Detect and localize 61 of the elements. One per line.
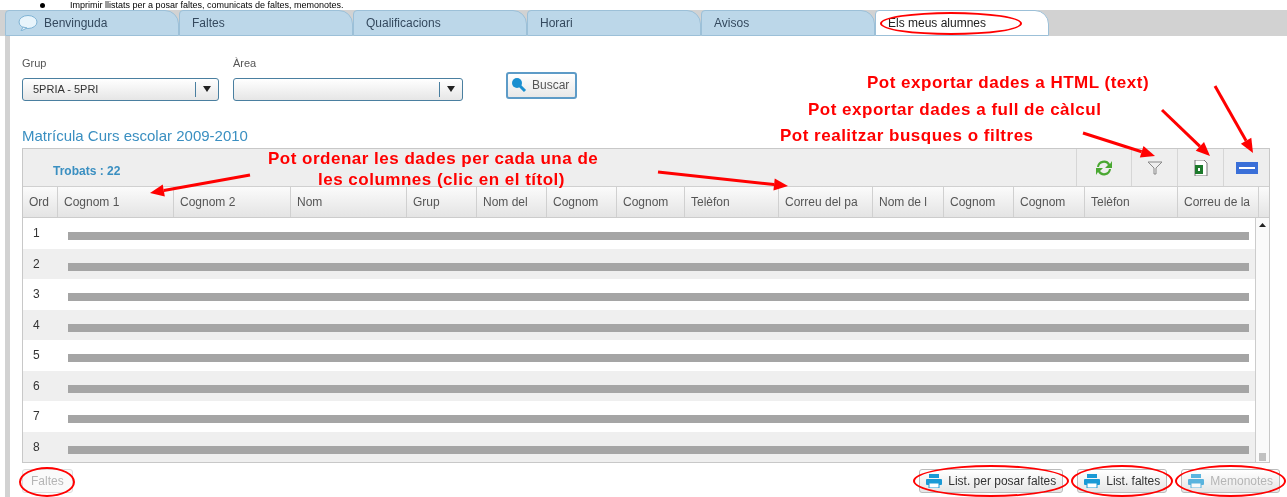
arrow [1213,85,1253,153]
annotation-text: Pot realitzar busques o filtres [780,125,1034,147]
chat-bubble-icon [18,15,38,31]
row-number: 1 [32,225,41,243]
column-header[interactable]: Cognom [617,187,685,217]
row-number: 6 [32,377,41,395]
scrollbar[interactable] [1255,218,1269,462]
html-export-icon[interactable] [1235,161,1258,174]
printer-icon [1084,474,1101,488]
tab-label: Faltes [192,15,225,32]
row-number: 7 [32,408,41,426]
printer-icon [1188,474,1205,488]
section-title: Matrícula Curs escolar 2009-2010 [22,125,248,146]
field-label: Grup [22,56,48,71]
row-number: 2 [32,255,41,273]
search-button[interactable]: Buscar [506,71,578,99]
dropdown[interactable] [233,77,463,101]
print-button[interactable]: List. faltes [1077,469,1168,493]
tab-label: Els meus alumnes [888,15,987,32]
column-header[interactable]: Cognom [547,187,617,217]
column-header[interactable]: Nom del [477,187,547,217]
column-header[interactable]: Grup [407,187,477,217]
result-count: Trobats : 22 [53,163,121,180]
column-header[interactable]: Nom de l [873,187,944,217]
spreadsheet-icon[interactable] [1193,159,1208,176]
annotation-text: Pot ordenar les dades per cada una de [268,148,599,170]
annotation-text: Pot exportar dades a HTML (text) [867,72,1150,94]
column-header[interactable]: Cognom [1014,187,1085,217]
row-number: 3 [32,286,41,304]
tab-label: Avisos [714,15,750,32]
row-number: 8 [32,438,41,456]
annotation-text: Pot exportar dades a full de càlcul [808,99,1102,121]
tab[interactable]: Horari [527,10,701,36]
search-icon [511,77,527,93]
dropdown[interactable]: 5PRIA - 5PRI [22,77,219,101]
row-number: 4 [32,316,41,334]
document-text: Imprimir llistats per a posar faltes, comunicats de faltes, memonotes. [70,0,344,10]
column-header[interactable]: Cognom [944,187,1014,217]
column-header[interactable]: Ord [23,187,58,217]
dropdown-value: 5PRIA - 5PRI [32,81,100,97]
tab[interactable]: Els meus alumnes [875,10,1049,36]
row-number: 5 [32,347,41,365]
column-header[interactable]: Telèfon [1085,187,1178,217]
print-button[interactable]: List. per posar faltes [919,469,1064,493]
column-header[interactable]: Nom [291,187,407,217]
bullet [40,2,45,8]
scroll-grip-icon [1256,452,1269,462]
column-header[interactable]: Cognom 2 [174,187,291,217]
tab[interactable]: Faltes [179,10,353,36]
tab-label: Benvinguda [44,15,108,32]
filter-icon[interactable] [1147,160,1162,175]
arrow [1160,108,1210,156]
column-header[interactable]: Correu de la [1178,187,1259,217]
tab[interactable]: Avisos [701,10,875,36]
field-label: Àrea [233,56,258,71]
tab-label: Qualificacions [366,15,441,32]
printer-icon [926,474,943,488]
tab[interactable]: Benvinguda [5,10,179,36]
tab[interactable]: Qualificacions [353,10,527,36]
refresh-icon[interactable] [1094,158,1114,177]
tab-label: Horari [540,15,573,32]
